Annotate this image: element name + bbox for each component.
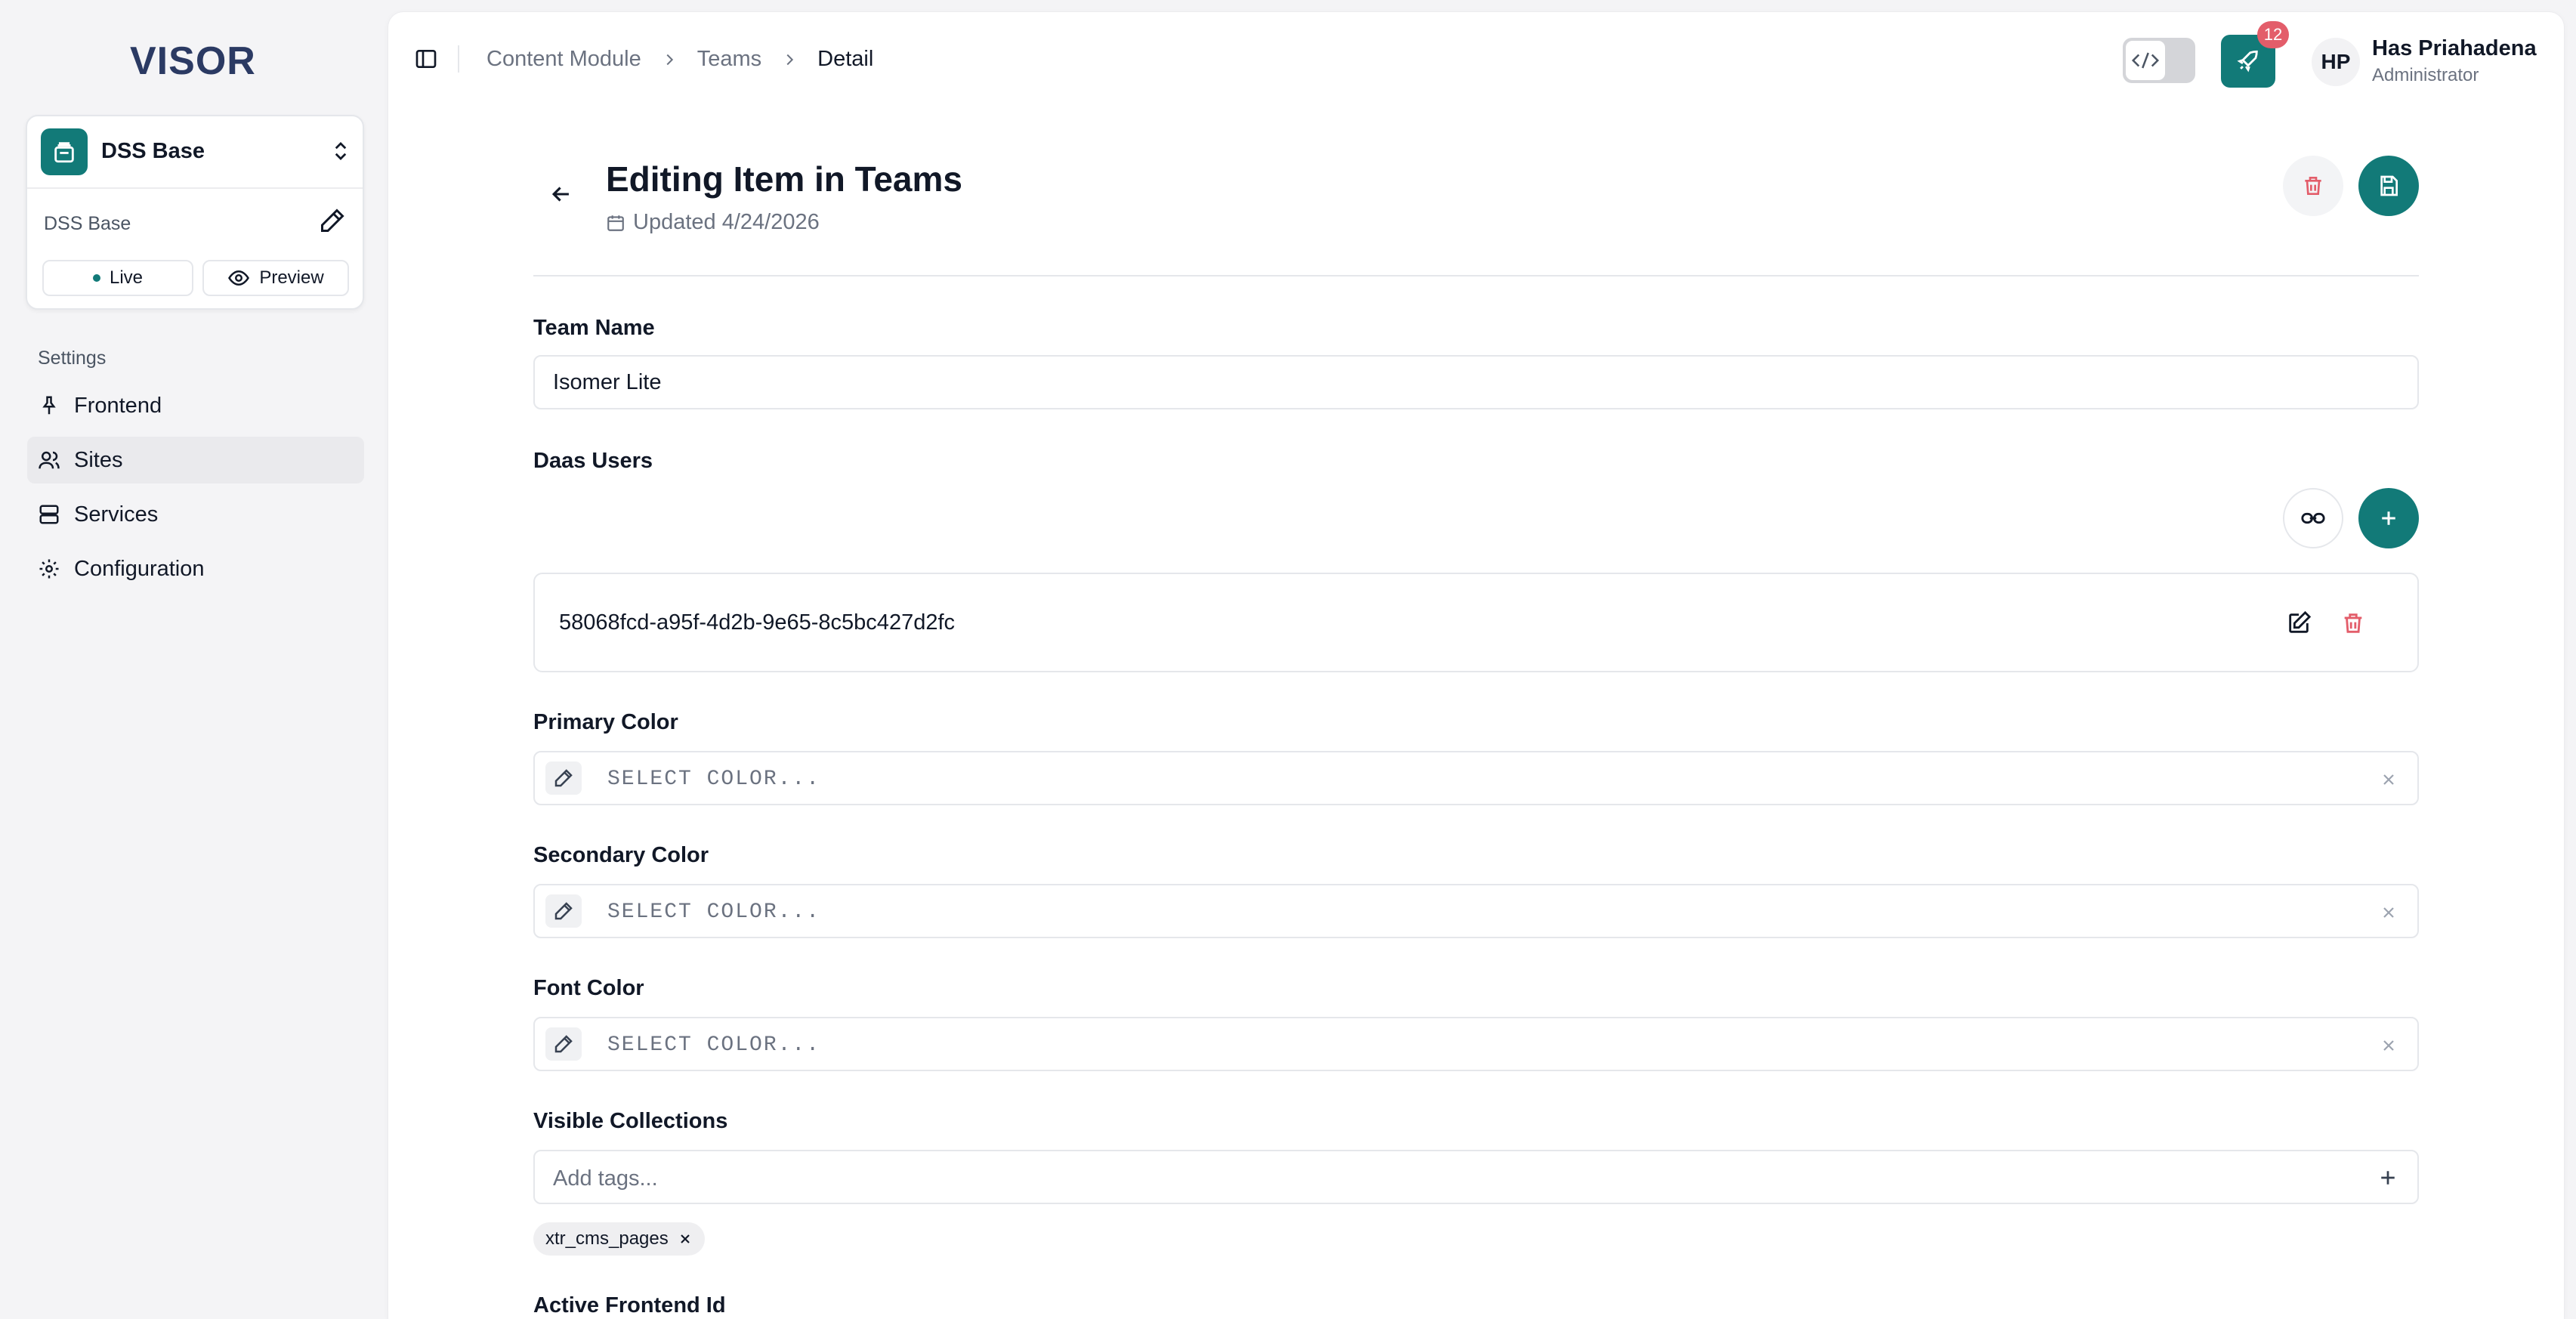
updated-timestamp: Updated 4/24/2026 — [606, 210, 820, 235]
avatar[interactable]: HP — [2312, 38, 2360, 86]
trash-icon[interactable] — [2340, 610, 2366, 636]
close-icon[interactable] — [2380, 771, 2398, 789]
secondary-color-placeholder: SELECT COLOR... — [607, 900, 821, 924]
font-color-input[interactable]: SELECT COLOR... — [533, 1017, 2419, 1071]
chevron-right-icon — [781, 51, 798, 68]
tag-label: xtr_cms_pages — [545, 1228, 669, 1249]
eyedropper-icon[interactable] — [545, 894, 582, 928]
live-label: Live — [109, 267, 144, 288]
edit-icon[interactable] — [2286, 610, 2312, 636]
sidebar-item-label: Sites — [74, 447, 123, 472]
tag-chip: xtr_cms_pages — [533, 1222, 705, 1256]
user-role: Administrator — [2372, 65, 2479, 85]
live-status-dot — [92, 274, 100, 282]
active-frontend-label: Active Frontend Id — [533, 1293, 726, 1317]
pin-icon — [38, 394, 60, 417]
calendar-icon — [606, 213, 625, 233]
live-button[interactable]: Live — [42, 260, 193, 296]
breadcrumb-content-module[interactable]: Content Module — [486, 47, 641, 72]
site-switcher-card: DSS Base DSS Base Live Preview — [26, 115, 364, 310]
sidebar-item-services[interactable]: Services — [27, 491, 364, 538]
server-icon — [38, 503, 60, 526]
daas-user-id: 58068fcd-a95f-4d2b-9e65-8c5bc427d2fc — [559, 610, 956, 635]
primary-color-input[interactable]: SELECT COLOR... — [533, 751, 2419, 805]
close-icon[interactable] — [2380, 1036, 2398, 1055]
sidebar-item-label: Configuration — [74, 556, 205, 581]
pencil-icon[interactable] — [319, 207, 346, 234]
eyedropper-icon[interactable] — [545, 761, 582, 795]
save-icon — [2377, 174, 2401, 198]
visible-collections-label: Visible Collections — [533, 1109, 728, 1133]
header-divider — [533, 275, 2419, 276]
preview-button[interactable]: Preview — [202, 260, 349, 296]
secondary-color-input[interactable]: SELECT COLOR... — [533, 884, 2419, 938]
sidebar-item-label: Frontend — [74, 393, 162, 418]
sidebar-item-frontend[interactable]: Frontend — [27, 382, 364, 429]
trash-icon — [2301, 174, 2325, 198]
team-name-input[interactable] — [533, 355, 2419, 409]
rocket-icon — [2235, 48, 2261, 74]
font-color-placeholder: SELECT COLOR... — [607, 1033, 821, 1057]
main-panel: Content Module Teams Detail 12 HP Has Pr… — [388, 12, 2564, 1319]
deploy-count-badge: 12 — [2257, 21, 2289, 48]
code-icon — [2126, 41, 2165, 80]
delete-item-button[interactable] — [2283, 156, 2343, 216]
back-arrow-icon[interactable] — [548, 181, 574, 207]
updated-text: Updated 4/24/2026 — [633, 210, 820, 234]
eye-icon — [227, 267, 250, 289]
tags-placeholder: Add tags... — [553, 1166, 658, 1191]
primary-color-label: Primary Color — [533, 710, 678, 734]
team-name-label: Team Name — [533, 316, 655, 340]
plus-icon[interactable] — [2377, 1166, 2399, 1189]
site-subtitle: DSS Base — [44, 213, 131, 234]
chevron-right-icon — [661, 51, 678, 68]
chevron-up-down-icon — [329, 137, 352, 165]
sidebar: VISOR DSS Base DSS Base Live Preview Set… — [0, 0, 387, 1319]
logo-text: VISOR — [130, 39, 256, 80]
visor-logo[interactable]: VISOR — [130, 39, 260, 80]
gear-icon — [38, 558, 60, 580]
save-button[interactable] — [2358, 156, 2419, 216]
toolbar-divider — [458, 45, 459, 73]
site-name: DSS Base — [101, 139, 205, 163]
sidebar-toggle-icon[interactable] — [414, 47, 438, 71]
sidebar-item-configuration[interactable]: Configuration — [27, 545, 364, 592]
close-icon[interactable] — [2380, 904, 2398, 922]
sidebar-item-sites[interactable]: Sites — [27, 437, 364, 483]
breadcrumb: Content Module Teams Detail — [486, 47, 873, 72]
create-new-button[interactable] — [2358, 488, 2419, 548]
users-icon — [38, 449, 60, 471]
nav-heading: Settings — [38, 348, 107, 369]
secondary-color-label: Secondary Color — [533, 843, 709, 867]
top-bar: Content Module Teams Detail 12 HP Has Pr… — [388, 12, 2564, 107]
breadcrumb-teams[interactable]: Teams — [697, 47, 761, 72]
site-switcher[interactable]: DSS Base — [27, 116, 363, 189]
daas-users-label: Daas Users — [533, 449, 653, 473]
preview-label: Preview — [259, 267, 324, 288]
eyedropper-icon[interactable] — [545, 1027, 582, 1061]
plus-icon — [2377, 507, 2400, 530]
page-title: Editing Item in Teams — [606, 159, 962, 199]
tags-input[interactable]: Add tags... — [533, 1150, 2419, 1204]
close-icon[interactable] — [678, 1231, 693, 1246]
link-existing-button[interactable] — [2283, 488, 2343, 548]
sidebar-item-label: Services — [74, 502, 159, 527]
primary-color-placeholder: SELECT COLOR... — [607, 768, 821, 791]
database-icon — [41, 128, 88, 175]
user-name: Has Priahadena — [2372, 36, 2537, 60]
link-icon — [2300, 505, 2326, 531]
font-color-label: Font Color — [533, 976, 644, 1000]
list-item[interactable]: 58068fcd-a95f-4d2b-9e65-8c5bc427d2fc — [533, 573, 2419, 672]
breadcrumb-detail: Detail — [817, 47, 874, 71]
code-view-toggle[interactable] — [2123, 38, 2195, 83]
